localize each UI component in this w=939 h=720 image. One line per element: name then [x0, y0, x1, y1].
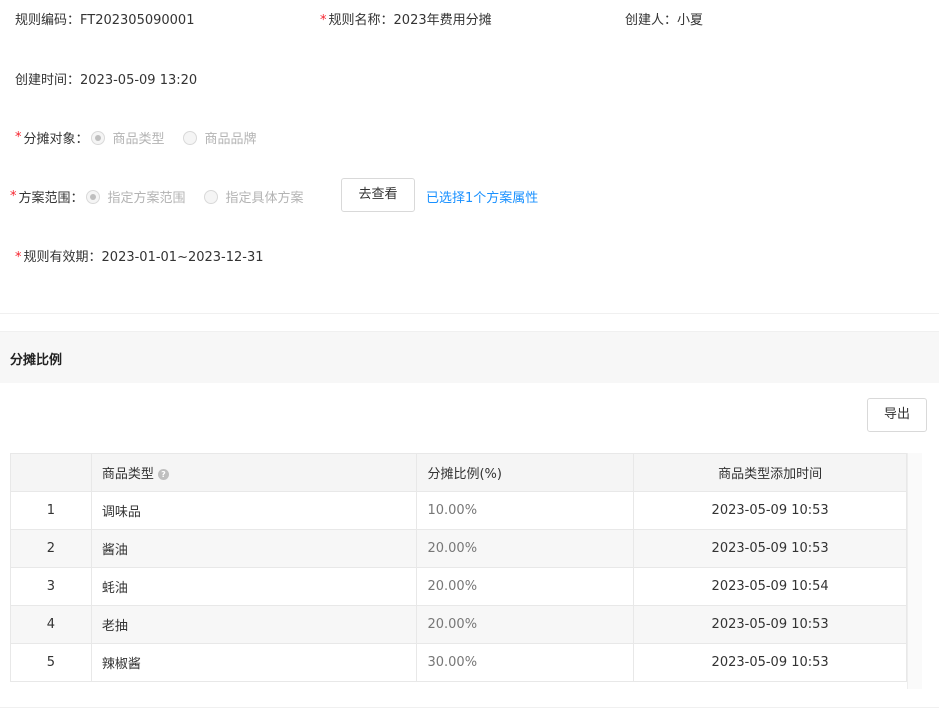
row-product-type: 辣椒酱: [90, 643, 418, 682]
rule-name-field: * 规则名称：2023年费用分摊: [320, 9, 492, 28]
row-product-type: 酱油: [90, 529, 418, 568]
row-ratio: 20.00%: [416, 567, 635, 606]
row-ratio: 20.00%: [416, 605, 635, 644]
table-row: 5 辣椒酱 30.00% 2023-05-09 10:53: [10, 643, 907, 682]
question-circle-icon[interactable]: ?: [157, 469, 169, 480]
row-added-time: 2023-05-09 10:54: [633, 567, 907, 606]
required-marker: *: [320, 13, 327, 28]
radio-product-brand-label[interactable]: 商品品牌: [205, 128, 257, 147]
header-product-type: 商品类型?: [90, 453, 418, 492]
header-product-type-label: 商品类型: [101, 467, 154, 482]
colon: ：: [67, 13, 81, 28]
creator-label: 创建人: [625, 13, 665, 28]
row-ratio: 30.00%: [416, 643, 635, 682]
allocation-target-field: * 分摊对象： 商品类型 商品品牌: [15, 128, 275, 147]
creator-value: 小夏: [677, 13, 704, 28]
row-added-time: 2023-05-09 10:53: [633, 491, 907, 530]
created-time-field: 创建时间：2023-05-09 13:20: [15, 69, 197, 88]
allocation-target-label: 分摊对象: [23, 132, 76, 147]
radio-product-type[interactable]: [90, 130, 105, 145]
created-time-label: 创建时间: [15, 73, 68, 88]
validity-label: 规则有效期: [23, 250, 89, 265]
row-added-time: 2023-05-09 10:53: [633, 605, 907, 644]
row-index: 5: [10, 643, 92, 682]
required-marker: *: [15, 250, 22, 265]
header-added-time: 商品类型添加时间: [633, 453, 907, 492]
table-row: 1 调味品 10.00% 2023-05-09 10:53: [10, 491, 907, 530]
table-row: 4 老抽 20.00% 2023-05-09 10:53: [10, 605, 907, 644]
rule-name-label: 规则名称: [328, 13, 381, 28]
row-index: 4: [10, 605, 92, 644]
row-product-type: 蚝油: [90, 567, 418, 606]
validity-field: * 规则有效期：2023-01-01~2023-12-31: [15, 246, 264, 265]
radio-scope-specific[interactable]: [203, 189, 218, 204]
colon: ：: [67, 73, 81, 88]
radio-scope-range-label[interactable]: 指定方案范围: [108, 187, 186, 206]
plan-scope-label: 方案范围: [18, 191, 71, 206]
table-row: 3 蚝油 20.00% 2023-05-09 10:54: [10, 567, 907, 606]
row-product-type: 老抽: [90, 605, 418, 644]
rule-name-value: 2023年费用分摊: [393, 13, 492, 28]
radio-product-type-label[interactable]: 商品类型: [113, 128, 165, 147]
rule-code-value: FT202305090001: [80, 13, 195, 28]
section-title: 分摊比例: [10, 353, 63, 368]
required-marker: *: [10, 189, 17, 204]
row-ratio: 10.00%: [416, 491, 635, 530]
row-added-time: 2023-05-09 10:53: [633, 643, 907, 682]
colon: ：: [88, 250, 102, 265]
row-ratio: 20.00%: [416, 529, 635, 568]
row-index: 2: [10, 529, 92, 568]
row-product-type: 调味品: [90, 491, 418, 530]
colon: ：: [664, 13, 678, 28]
rule-code-label: 规则编码: [15, 13, 68, 28]
radio-scope-range[interactable]: [85, 189, 100, 204]
colon: ：: [380, 13, 394, 28]
divider: [0, 313, 939, 314]
header-ratio: 分摊比例(%): [416, 453, 635, 492]
row-added-time: 2023-05-09 10:53: [633, 529, 907, 568]
selected-plan-link[interactable]: 已选择1个方案属性: [426, 187, 538, 206]
created-time-value: 2023-05-09 13:20: [80, 73, 198, 88]
header-index: [10, 453, 92, 492]
divider: [0, 707, 939, 708]
radio-product-brand[interactable]: [182, 130, 197, 145]
colon: ：: [70, 191, 84, 206]
export-button[interactable]: 导出: [867, 398, 927, 432]
colon: ：: [75, 132, 89, 147]
creator-field: 创建人：小夏: [625, 9, 703, 28]
allocation-table: 商品类型? 分摊比例(%) 商品类型添加时间 1 调味品 10.00% 2023…: [10, 453, 907, 682]
view-button[interactable]: 去查看: [341, 178, 415, 212]
section-header: 分摊比例: [0, 331, 939, 383]
table-row: 2 酱油 20.00% 2023-05-09 10:53: [10, 529, 907, 568]
required-marker: *: [15, 130, 22, 145]
radio-scope-specific-label[interactable]: 指定具体方案: [226, 187, 304, 206]
plan-scope-field: * 方案范围： 指定方案范围 指定具体方案: [10, 187, 322, 206]
table-scrollbar[interactable]: [907, 453, 922, 689]
validity-value: 2023-01-01~2023-12-31: [101, 250, 264, 265]
row-index: 3: [10, 567, 92, 606]
rule-code-field: 规则编码：FT202305090001: [15, 9, 194, 28]
row-index: 1: [10, 491, 92, 530]
table-header-row: 商品类型? 分摊比例(%) 商品类型添加时间: [10, 453, 907, 492]
